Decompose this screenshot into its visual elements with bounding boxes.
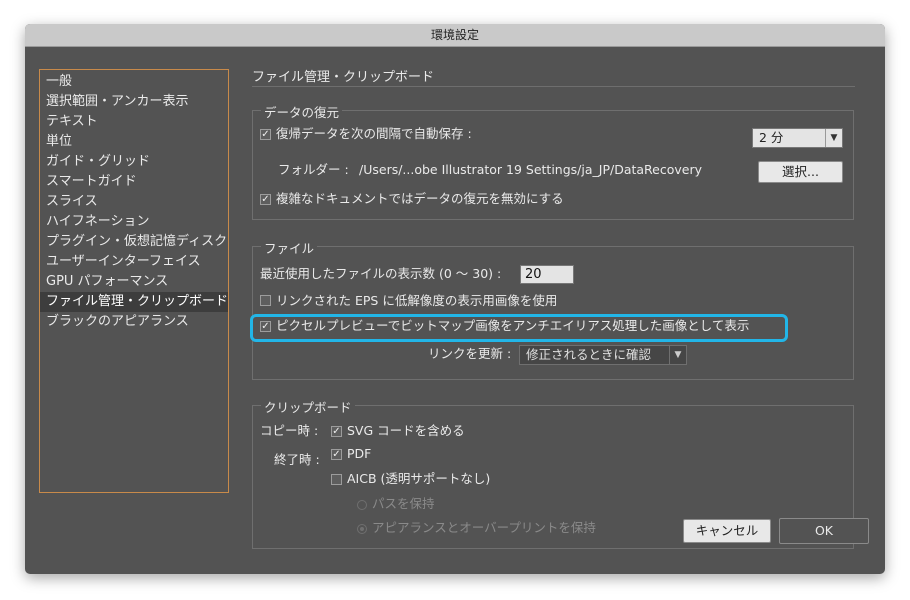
triangle-down-icon: ▼ bbox=[669, 346, 686, 364]
sidebar-item[interactable]: スマートガイド bbox=[40, 172, 228, 192]
clipboard-group-label: クリップボード bbox=[261, 397, 355, 416]
window-title: 環境設定 bbox=[25, 24, 885, 47]
quit-label: 終了時 : bbox=[274, 452, 320, 467]
antialias-checkbox[interactable]: ✓ bbox=[260, 321, 271, 332]
preserve-paths-radio[interactable] bbox=[357, 500, 367, 510]
sidebar-item[interactable]: 一般 bbox=[40, 72, 228, 92]
svg-label: SVG コードを含める bbox=[347, 423, 465, 438]
sidebar-item[interactable]: ハイフネーション bbox=[40, 212, 228, 232]
ok-button[interactable]: OK bbox=[779, 518, 869, 544]
recent-files-input[interactable]: 20 bbox=[520, 265, 574, 284]
sidebar-item[interactable]: ガイド・グリッド bbox=[40, 152, 228, 172]
copy-label: コピー時 : bbox=[260, 423, 319, 438]
sidebar-item[interactable]: プラグイン・仮想記憶ディスク bbox=[40, 232, 228, 252]
pdf-label: PDF bbox=[347, 446, 372, 461]
choose-folder-button[interactable]: 選択... bbox=[758, 161, 843, 183]
autosave-interval-select[interactable]: 2 分 ▼ bbox=[752, 128, 843, 148]
sidebar-item[interactable]: スライス bbox=[40, 192, 228, 212]
recent-files-label: 最近使用したファイルの表示数 (0 〜 30) : bbox=[260, 266, 502, 281]
antialias-label: ピクセルプレビューでビットマップ画像をアンチエイリアス処理した画像として表示 bbox=[276, 318, 750, 333]
svg-checkbox[interactable]: ✓ bbox=[331, 426, 342, 437]
autosave-interval-value: 2 分 bbox=[759, 130, 784, 145]
title-divider bbox=[252, 86, 855, 87]
sidebar-item[interactable]: ファイル管理・クリップボード bbox=[40, 292, 228, 312]
folder-path: /Users/...obe Illustrator 19 Settings/ja… bbox=[359, 162, 703, 177]
sidebar-item[interactable]: ユーザーインターフェイス bbox=[40, 252, 228, 272]
preserve-appearance-radio[interactable] bbox=[357, 524, 367, 534]
update-links-select[interactable]: 修正されるときに確認 ▼ bbox=[519, 345, 687, 365]
sidebar-item[interactable]: テキスト bbox=[40, 112, 228, 132]
update-links-label: リンクを更新 : bbox=[428, 346, 512, 361]
category-list[interactable]: 一般 選択範囲・アンカー表示 テキスト 単位 ガイド・グリッド スマートガイド スライス ハイ… bbox=[39, 69, 229, 493]
files-group-label: ファイル bbox=[261, 238, 318, 257]
page-title: ファイル管理・クリップボード bbox=[252, 70, 435, 85]
preferences-window: 環境設定 一般 選択範囲・アンカー表示 テキスト 単位 ガイド・グリッド スマートガイドス… bbox=[25, 24, 885, 574]
autosave-label: 復帰データを次の間隔で自動保存 : bbox=[276, 126, 472, 141]
aicb-checkbox[interactable] bbox=[331, 474, 342, 485]
preserve-appearance-label: アピアランスとオーバープリントを保持 bbox=[372, 520, 596, 535]
sidebar-item[interactable]: ブラックのアピアランス bbox=[40, 312, 228, 332]
low-res-label: リンクされた EPS に低解像度の表示用画像を使用 bbox=[276, 293, 558, 308]
sidebar-item[interactable]: 単位 bbox=[40, 132, 228, 152]
check-mark-icon: ✓ bbox=[261, 321, 270, 332]
pdf-checkbox[interactable]: ✓ bbox=[331, 449, 342, 460]
data-recovery-group-label: データの復元 bbox=[261, 102, 343, 121]
update-links-value: 修正されるときに確認 bbox=[526, 347, 652, 362]
disable-complex-label: 複雑なドキュメントではデータの復元を無効にする bbox=[276, 191, 564, 206]
check-mark-icon: ✓ bbox=[261, 129, 270, 140]
sidebar-item[interactable]: 選択範囲・アンカー表示 bbox=[40, 92, 228, 112]
aicb-label: AICB (透明サポートなし) bbox=[347, 471, 491, 486]
triangle-down-icon: ▼ bbox=[825, 129, 842, 147]
check-mark-icon: ✓ bbox=[332, 449, 341, 460]
check-mark-icon: ✓ bbox=[261, 194, 270, 205]
sidebar-item[interactable]: GPU パフォーマンス bbox=[40, 272, 228, 292]
disable-complex-checkbox[interactable]: ✓ bbox=[260, 194, 271, 205]
preserve-paths-label: パスを保持 bbox=[372, 496, 435, 511]
folder-label: フォルダー : bbox=[278, 162, 349, 177]
cancel-button[interactable]: キャンセル bbox=[683, 519, 771, 543]
check-mark-icon: ✓ bbox=[332, 426, 341, 437]
low-res-checkbox[interactable] bbox=[260, 295, 271, 306]
autosave-checkbox[interactable]: ✓ bbox=[260, 129, 271, 140]
